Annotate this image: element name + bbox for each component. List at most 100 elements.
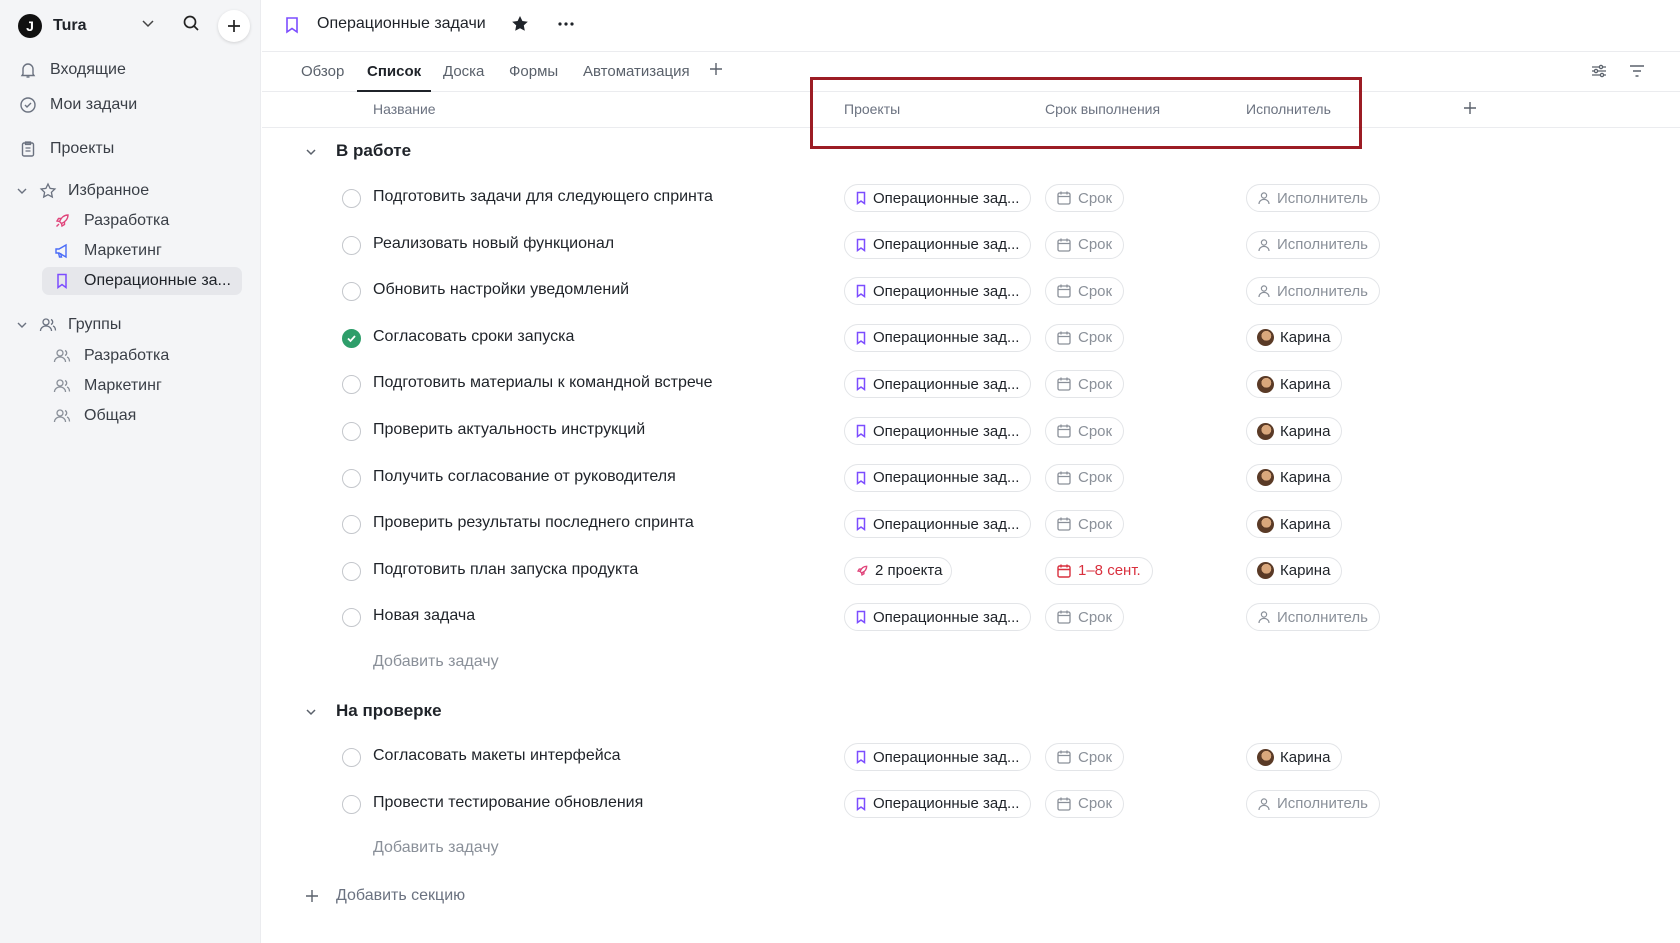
sidebar-item-group-development[interactable]: Разработка — [42, 342, 242, 370]
sidebar-item-projects[interactable]: Проекты — [18, 136, 114, 162]
task-row[interactable]: Новая задача Операционные зад... Срок Испол… — [262, 594, 1680, 641]
project-pill[interactable]: 2 проекта — [844, 556, 952, 585]
task-name[interactable]: Реализовать новый функционал — [373, 235, 614, 253]
task-checkbox[interactable] — [342, 235, 361, 255]
due-date-pill[interactable]: Срок — [1045, 463, 1125, 492]
project-pill[interactable]: Операционные зад... — [844, 230, 1031, 259]
assignee-pill[interactable]: Исполнитель — [1246, 603, 1380, 632]
tab-forms[interactable]: Формы — [509, 63, 558, 92]
task-name[interactable]: Получить согласование от руководителя — [373, 468, 676, 486]
due-date-pill[interactable]: Срок — [1045, 184, 1125, 212]
assignee-pill[interactable]: Карина — [1246, 370, 1343, 399]
add-task-button[interactable]: Добавить задачу — [373, 653, 499, 671]
task-row[interactable]: Провести тестирование обновления Операцио… — [262, 781, 1680, 828]
due-date-pill[interactable]: Срок — [1045, 603, 1125, 632]
more-options-icon[interactable] — [556, 14, 576, 38]
task-checkbox[interactable] — [342, 794, 361, 814]
create-button[interactable] — [218, 10, 250, 42]
task-name[interactable]: Новая задача — [373, 607, 475, 625]
assignee-pill[interactable]: Карина — [1246, 323, 1343, 352]
project-pill[interactable]: Операционные зад... — [844, 323, 1031, 352]
task-checkbox[interactable] — [342, 468, 361, 488]
project-pill[interactable]: Операционные зад... — [844, 370, 1031, 399]
project-pill[interactable]: Операционные зад... — [844, 789, 1031, 818]
task-name[interactable]: Подготовить план запуска продукта — [373, 561, 638, 579]
assignee-pill[interactable]: Исполнитель — [1246, 789, 1380, 818]
project-pill[interactable]: Операционные зад... — [844, 603, 1031, 632]
assignee-pill[interactable]: Карина — [1246, 743, 1343, 771]
task-name[interactable]: Подготовить задачи для следующего спринт… — [373, 188, 713, 206]
task-row[interactable]: Реализовать новый функционал Операционные… — [262, 222, 1680, 269]
assignee-pill[interactable]: Исполнитель — [1246, 230, 1380, 259]
due-date-pill[interactable]: Срок — [1045, 323, 1125, 352]
chevron-down-icon[interactable] — [304, 145, 318, 163]
due-date-pill[interactable]: Срок — [1045, 789, 1125, 818]
task-checkbox[interactable] — [342, 748, 361, 767]
tab-automation[interactable]: Автоматизация — [583, 63, 690, 92]
sidebar-item-favorite-marketing[interactable]: Маркетинг — [42, 237, 242, 265]
task-row[interactable]: Подготовить материалы к командной встреч… — [262, 361, 1680, 408]
tab-board[interactable]: Доска — [443, 63, 484, 92]
task-checkbox[interactable] — [342, 515, 361, 535]
sidebar-group-groups[interactable]: Группы — [16, 312, 121, 338]
task-row[interactable]: Согласовать сроки запуска Операционные за… — [262, 315, 1680, 362]
due-date-pill[interactable]: 1–8 сент. — [1045, 556, 1153, 585]
add-task-button[interactable]: Добавить задачу — [373, 839, 499, 857]
due-date-pill[interactable]: Срок — [1045, 417, 1125, 445]
project-pill[interactable]: Операционные зад... — [844, 463, 1031, 492]
sidebar-item-inbox[interactable]: Входящие — [18, 57, 126, 83]
task-name[interactable]: Проверить результаты последнего спринта — [373, 514, 694, 532]
due-date-pill[interactable]: Срок — [1045, 230, 1125, 259]
star-filled-icon[interactable] — [510, 14, 530, 38]
task-checkbox[interactable] — [342, 561, 361, 581]
column-header-name[interactable]: Название — [373, 101, 436, 117]
tab-list[interactable]: Список — [356, 63, 432, 92]
project-pill[interactable]: Операционные зад... — [844, 277, 1031, 306]
project-pill[interactable]: Операционные зад... — [844, 184, 1031, 212]
assignee-pill[interactable]: Карина — [1246, 417, 1343, 445]
workspace-switcher[interactable]: J Tura — [18, 10, 258, 42]
task-name[interactable]: Проверить актуальность инструкций — [373, 421, 645, 439]
task-checkbox[interactable] — [342, 375, 361, 395]
sidebar-item-favorite-development[interactable]: Разработка — [42, 207, 242, 235]
task-name[interactable]: Провести тестирование обновления — [373, 794, 643, 812]
chevron-down-icon[interactable] — [304, 705, 318, 723]
assignee-pill[interactable]: Карина — [1246, 463, 1343, 492]
view-settings-icon[interactable] — [1590, 62, 1608, 84]
add-tab-icon[interactable] — [708, 61, 724, 81]
due-date-pill[interactable]: Срок — [1045, 743, 1125, 771]
sidebar-item-favorite-operations[interactable]: Операционные за... — [42, 267, 242, 295]
sidebar-item-group-marketing[interactable]: Маркетинг — [42, 372, 242, 400]
chevron-down-icon[interactable] — [140, 15, 156, 35]
task-checkbox[interactable] — [342, 422, 361, 441]
sidebar-item-my-tasks[interactable]: Мои задачи — [18, 92, 137, 118]
sidebar-group-favorites[interactable]: Избранное — [16, 178, 149, 204]
search-icon[interactable] — [182, 14, 200, 36]
project-pill[interactable]: Операционные зад... — [844, 510, 1031, 539]
task-name[interactable]: Согласовать макеты интерфейса — [373, 747, 621, 765]
project-pill[interactable]: Операционные зад... — [844, 417, 1031, 445]
task-row[interactable]: Проверить результаты последнего спринта О… — [262, 501, 1680, 548]
task-name[interactable]: Согласовать сроки запуска — [373, 328, 574, 346]
task-checkbox[interactable] — [342, 282, 361, 302]
due-date-pill[interactable]: Срок — [1045, 370, 1125, 399]
assignee-pill[interactable]: Карина — [1246, 556, 1343, 585]
task-checkbox[interactable] — [342, 608, 361, 628]
task-name[interactable]: Обновить настройки уведомлений — [373, 281, 629, 299]
assignee-pill[interactable]: Карина — [1246, 510, 1343, 539]
sidebar-item-group-general[interactable]: Общая — [42, 402, 242, 430]
filter-icon[interactable] — [1628, 62, 1646, 84]
assignee-pill[interactable]: Исполнитель — [1246, 277, 1380, 306]
task-name[interactable]: Подготовить материалы к командной встреч… — [373, 374, 712, 392]
task-row[interactable]: Согласовать макеты интерфейса Операционны… — [262, 734, 1680, 781]
task-checkbox[interactable] — [342, 189, 361, 208]
due-date-pill[interactable]: Срок — [1045, 277, 1125, 306]
assignee-pill[interactable]: Исполнитель — [1246, 184, 1380, 212]
task-row[interactable]: Подготовить план запуска продукта 2 проек… — [262, 548, 1680, 595]
task-row[interactable]: Подготовить задачи для следующего спринт… — [262, 175, 1680, 222]
chevron-down-icon[interactable] — [16, 185, 30, 197]
tab-overview[interactable]: Обзор — [301, 63, 344, 92]
task-row[interactable]: Проверить актуальность инструкций Операци… — [262, 408, 1680, 455]
project-pill[interactable]: Операционные зад... — [844, 743, 1031, 771]
task-row[interactable]: Получить согласование от руководителя Опе… — [262, 455, 1680, 502]
